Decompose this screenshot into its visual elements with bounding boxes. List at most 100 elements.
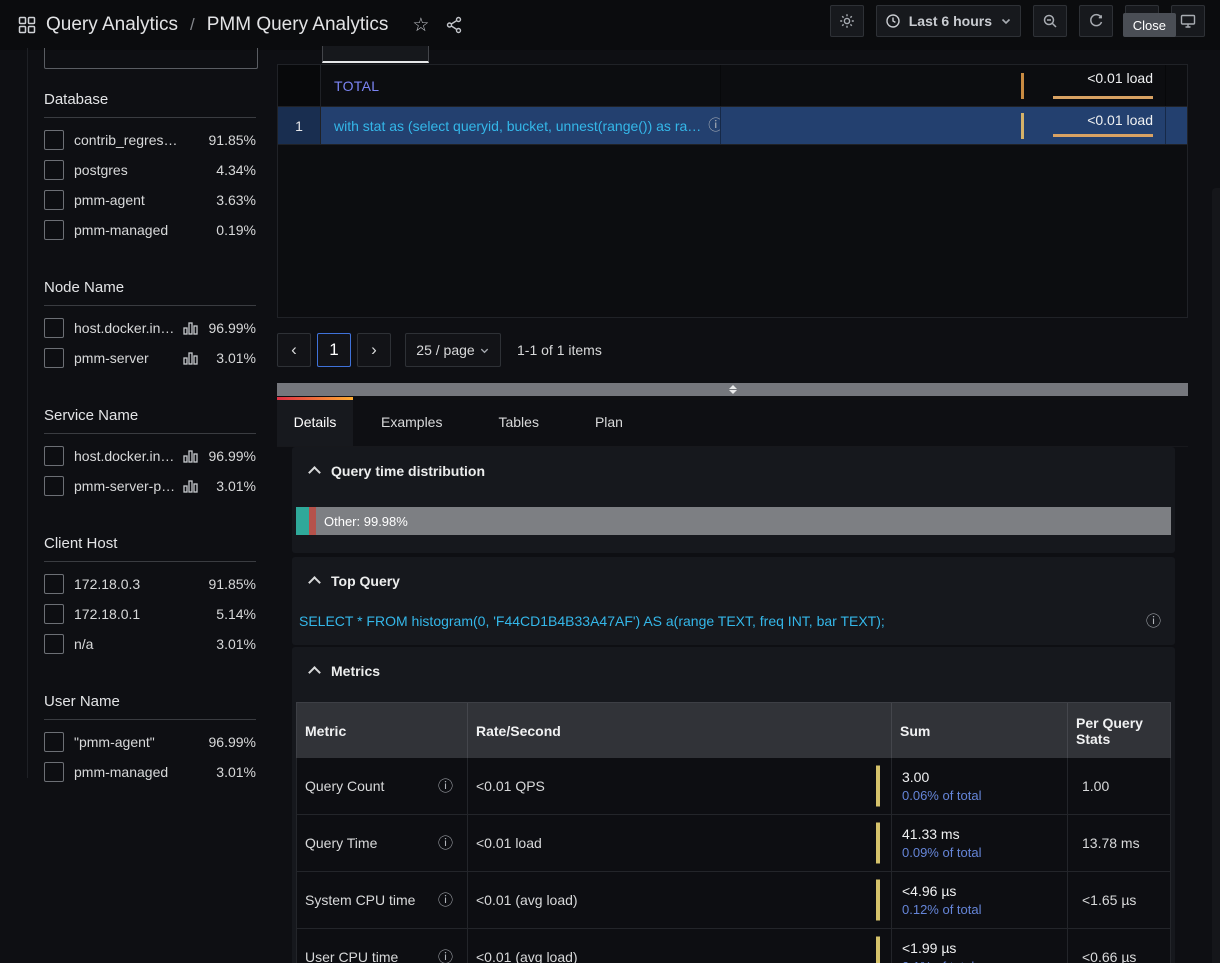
tab-tables[interactable]: Tables <box>470 397 566 446</box>
query-link[interactable]: with stat as (select queryid, bucket, un… <box>334 118 701 134</box>
star-favorite-icon[interactable]: ☆ <box>412 16 429 35</box>
filter-item[interactable]: "pmm-agent" 96.99% <box>44 727 256 757</box>
settings-button[interactable] <box>830 5 864 37</box>
info-icon[interactable]: ⓘ <box>438 836 453 851</box>
info-icon[interactable]: ⓘ <box>438 893 453 908</box>
next-page-button[interactable]: › <box>357 333 391 367</box>
prev-page-button[interactable]: ‹ <box>277 333 311 367</box>
tab-plan[interactable]: Plan <box>567 397 651 446</box>
tab-examples[interactable]: Examples <box>353 397 470 446</box>
checkbox[interactable] <box>44 190 64 210</box>
filter-item[interactable]: pmm-managed 3.01% <box>44 757 256 787</box>
checkbox[interactable] <box>44 732 64 752</box>
distribution-segment-red <box>309 507 316 535</box>
bar-chart-link-icon[interactable] <box>183 449 198 463</box>
checkbox[interactable] <box>44 220 64 240</box>
row-end-cell <box>1166 107 1187 144</box>
page-scrollbar-track[interactable] <box>1212 188 1220 963</box>
section-header[interactable]: Query time distribution <box>292 447 1175 479</box>
checkbox[interactable] <box>44 160 64 180</box>
distribution-segment-other: Other: 99.98% <box>316 507 1171 535</box>
page-size-select[interactable]: 25 / page <box>405 333 501 367</box>
filter-percent: 96.99% <box>206 320 256 336</box>
chevron-down-icon <box>1000 15 1012 27</box>
metrics-table: Metric Rate/Second Sum Per Query Stats Q… <box>296 702 1171 963</box>
filter-percent: 3.01% <box>206 350 256 366</box>
info-icon[interactable]: ⓘ <box>438 950 453 963</box>
section-title: Metrics <box>331 663 380 679</box>
metric-sum-percent-link[interactable]: 0.1% of total <box>902 959 1067 963</box>
filter-item[interactable]: pmm-agent 3.63% <box>44 185 256 215</box>
filter-item[interactable]: pmm-server-p… 3.01% <box>44 471 256 501</box>
filter-item[interactable]: 172.18.0.3 91.85% <box>44 569 256 599</box>
metric-name: System CPU time <box>305 892 415 908</box>
apps-grid-icon[interactable] <box>18 16 36 34</box>
breadcrumb-parent[interactable]: Query Analytics <box>46 14 178 36</box>
metric-sum: 41.33 ms <box>902 826 1067 842</box>
filter-item[interactable]: pmm-managed 0.19% <box>44 215 256 245</box>
table-row-total[interactable]: TOTAL <0.01 load <box>278 65 1187 107</box>
filter-percent: 91.85% <box>206 576 256 592</box>
rank-cell: 1 <box>278 107 321 144</box>
checkbox[interactable] <box>44 348 64 368</box>
tab-details[interactable]: Details <box>277 397 353 446</box>
filter-item[interactable]: 172.18.0.1 5.14% <box>44 599 256 629</box>
refresh-button[interactable] <box>1079 5 1113 37</box>
filter-label: 172.18.0.1 <box>74 606 206 622</box>
filter-section-title: Service Name <box>44 399 267 433</box>
page-1-button[interactable]: 1 <box>317 333 351 367</box>
filter-item[interactable]: host.docker.in… 96.99% <box>44 313 256 343</box>
rate-sparkline <box>876 766 880 807</box>
filter-section-database: Database contrib_regres… 91.85% postgres… <box>44 83 267 245</box>
share-icon[interactable] <box>445 16 463 34</box>
filter-percent: 96.99% <box>206 448 256 464</box>
filter-percent: 91.85% <box>206 132 256 148</box>
checkbox[interactable] <box>44 476 64 496</box>
time-range-picker[interactable]: Last 6 hours <box>876 5 1021 37</box>
zoom-out-button[interactable] <box>1033 5 1067 37</box>
filter-percent: 3.63% <box>206 192 256 208</box>
filter-item[interactable]: n/a 3.01% <box>44 629 256 659</box>
checkbox[interactable] <box>44 762 64 782</box>
metric-sum-percent-link[interactable]: 0.09% of total <box>902 845 1067 860</box>
info-icon[interactable]: ⓘ <box>708 118 721 133</box>
filter-percent: 4.34% <box>206 162 256 178</box>
metric-per-query: 13.78 ms <box>1068 815 1170 871</box>
metric-sum-percent-link[interactable]: 0.12% of total <box>902 902 1067 917</box>
checkbox[interactable] <box>44 604 64 624</box>
bar-chart-link-icon[interactable] <box>183 351 198 365</box>
info-icon[interactable]: ⓘ <box>438 779 453 794</box>
filter-item[interactable]: pmm-server 3.01% <box>44 343 256 373</box>
filter-item[interactable]: postgres 4.34% <box>44 155 256 185</box>
filter-item[interactable]: host.docker.in… 96.99% <box>44 441 256 471</box>
close-button[interactable]: Close <box>1123 13 1176 37</box>
bar-chart-link-icon[interactable] <box>183 479 198 493</box>
table-search-input-partial[interactable] <box>322 46 429 63</box>
checkbox[interactable] <box>44 446 64 466</box>
section-header[interactable]: Top Query <box>292 557 1175 589</box>
total-link[interactable]: TOTAL <box>334 78 379 94</box>
table-row-selected[interactable]: 1 with stat as (select queryid, bucket, … <box>278 107 1187 145</box>
filter-search-input[interactable] <box>44 48 258 69</box>
checkbox[interactable] <box>44 130 64 150</box>
distribution-segment-teal <box>296 507 309 535</box>
section-header[interactable]: Metrics <box>292 647 1175 679</box>
filter-section-service-name: Service Name host.docker.in… 96.99% pmm-… <box>44 399 267 501</box>
filter-label: n/a <box>74 636 206 652</box>
checkbox[interactable] <box>44 318 64 338</box>
metric-rate: <0.01 load <box>476 835 542 851</box>
kiosk-mode-button[interactable] <box>1171 5 1205 37</box>
info-icon[interactable]: ⓘ <box>1146 614 1161 629</box>
checkbox[interactable] <box>44 574 64 594</box>
filters-sidebar: Database contrib_regres… 91.85% postgres… <box>27 48 267 778</box>
bar-chart-link-icon[interactable] <box>183 321 198 335</box>
checkbox[interactable] <box>44 634 64 654</box>
filter-label: pmm-agent <box>74 192 206 208</box>
chevron-down-icon <box>479 345 490 356</box>
metric-sum-percent-link[interactable]: 0.06% of total <box>902 788 1067 803</box>
top-query-panel: Top Query SELECT * FROM histogram(0, 'F4… <box>292 557 1175 645</box>
filter-item[interactable]: contrib_regres… 91.85% <box>44 125 256 155</box>
divider <box>44 561 256 562</box>
metrics-panel: Metrics Metric Rate/Second Sum Per Query… <box>292 647 1175 963</box>
resize-splitter[interactable] <box>277 383 1188 396</box>
